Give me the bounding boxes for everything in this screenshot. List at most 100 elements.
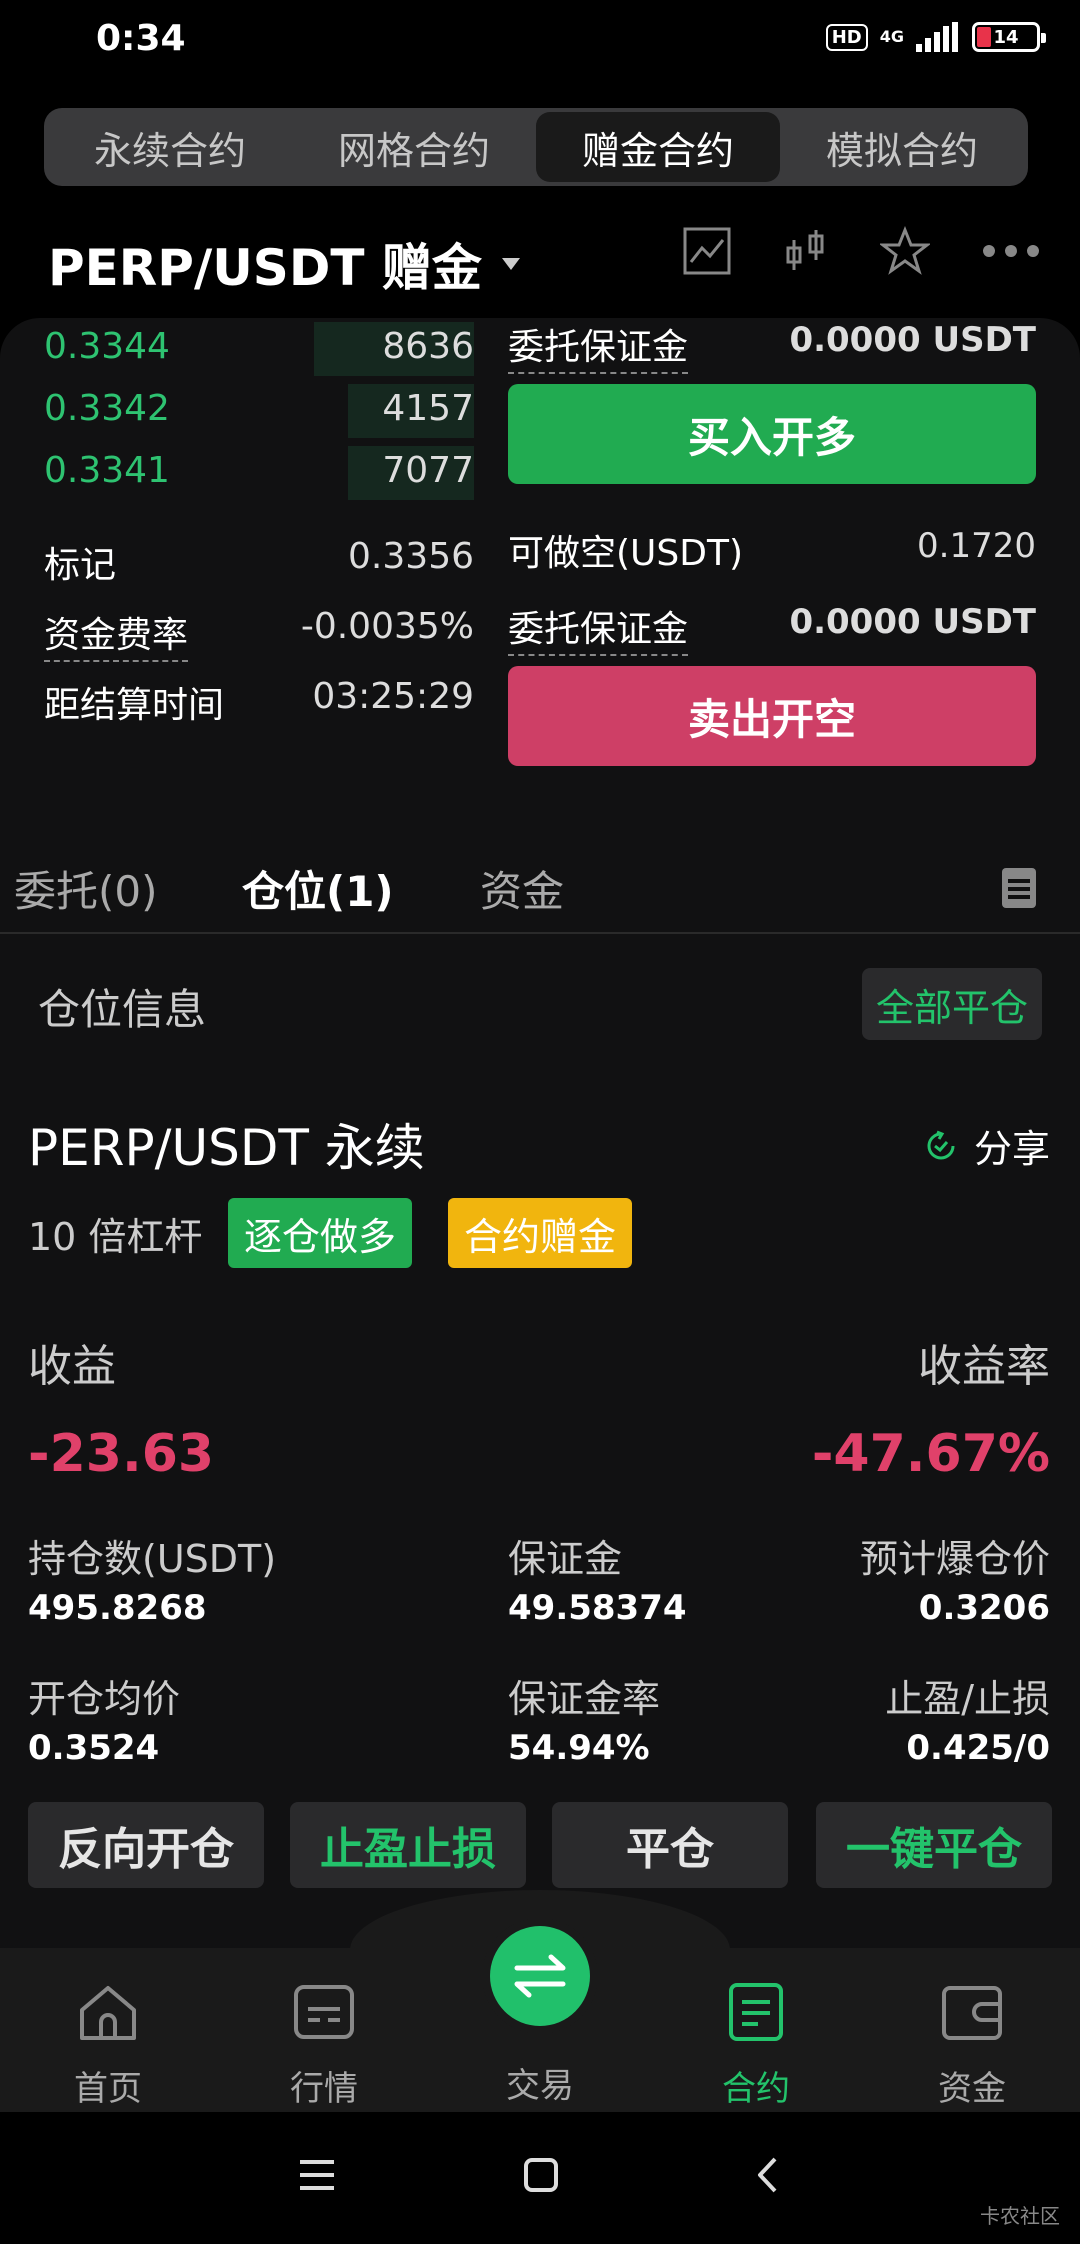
contract-type-tabs: 永续合约 网格合约 赠金合约 模拟合约 <box>44 108 1028 186</box>
signal-icon <box>916 22 958 52</box>
close-position-button[interactable]: 平仓 <box>552 1802 788 1888</box>
funding-rate-label[interactable]: 资金费率 <box>44 606 189 662</box>
funding-rate-value: -0.0035% <box>300 606 474 647</box>
one-click-close-button[interactable]: 一键平仓 <box>816 1802 1052 1888</box>
roe-label: 收益率 <box>918 1341 1050 1392</box>
tab-perpetual[interactable]: 永续合约 <box>48 112 292 182</box>
tab-grid[interactable]: 网格合约 <box>292 112 536 182</box>
order-margin-label[interactable]: 委托保证金 <box>508 318 689 374</box>
status-time: 0:34 <box>96 18 186 59</box>
settlement-label: 距结算时间 <box>44 685 225 726</box>
margin-rate-label: 保证金率 <box>508 1677 661 1721</box>
status-icons: HD 4G 14 <box>825 22 1046 52</box>
tab-orders[interactable]: 委托(0) <box>14 858 158 919</box>
margin-value: 49.58374 <box>508 1588 687 1628</box>
hd-icon: HD <box>825 23 868 51</box>
order-margin-label-2[interactable]: 委托保证金 <box>508 600 689 656</box>
margin-mode-tag: 逐仓做多 <box>228 1198 413 1268</box>
menu-icon[interactable] <box>300 2160 334 2190</box>
share-icon <box>927 1130 955 1159</box>
short-available-label: 可做空(USDT) <box>508 533 744 574</box>
wallet-icon <box>942 1986 1002 2040</box>
tpsl-value: 0.425/0 <box>906 1728 1050 1768</box>
tpsl-label: 止盈/止损 <box>885 1677 1050 1721</box>
orderbook-row[interactable]: 0.3342 4157 <box>0 380 480 440</box>
watermark: 卡农社区 <box>980 2204 1060 2228</box>
position-info-title: 仓位信息 <box>38 985 207 1034</box>
nav-home[interactable]: 首页 <box>28 1982 188 2110</box>
share-button[interactable]: 分享 <box>924 1118 1050 1173</box>
tp-sl-button[interactable]: 止盈止损 <box>290 1802 526 1888</box>
size-value: 495.8268 <box>28 1588 207 1628</box>
margin-label: 保证金 <box>508 1537 623 1581</box>
caret-down-icon <box>501 258 520 270</box>
pnl-value: -23.63 <box>28 1424 215 1484</box>
nav-trade[interactable] <box>490 1926 590 2026</box>
chart-icon[interactable] <box>682 226 732 276</box>
nav-market[interactable]: 行情 <box>244 1982 404 2110</box>
share-label: 分享 <box>973 1127 1050 1171</box>
mark-price-label: 标记 <box>44 545 117 586</box>
candlestick-icon[interactable] <box>784 226 828 276</box>
network-type: 4G <box>879 27 904 46</box>
size-label: 持仓数(USDT) <box>28 1537 277 1581</box>
sell-short-button[interactable]: 卖出开空 <box>508 666 1036 766</box>
roe-value: -47.67% <box>811 1424 1050 1484</box>
order-margin-value: 0.0000 USDT <box>789 320 1036 360</box>
orderbook-price: 0.3344 <box>44 326 170 367</box>
pair-name: PERP/USDT 赠金 <box>48 239 482 297</box>
battery-icon: 14 <box>972 22 1046 52</box>
swap-icon <box>514 1954 566 1998</box>
nav-contract-label: 合约 <box>722 2069 790 2109</box>
orderbook-qty: 8636 <box>382 326 474 367</box>
tab-demo[interactable]: 模拟合约 <box>780 112 1024 182</box>
bonus-tag: 合约赠金 <box>448 1198 633 1268</box>
reverse-position-button[interactable]: 反向开仓 <box>28 1802 264 1888</box>
orderbook-price: 0.3341 <box>44 450 170 491</box>
tab-funds[interactable]: 资金 <box>480 858 564 919</box>
home-icon <box>80 1986 136 2040</box>
header-actions <box>682 226 1040 276</box>
pair-selector[interactable]: PERP/USDT 赠金 <box>48 228 520 300</box>
trading-panel: 0.3344 8636 0.3342 4157 0.3341 7077 标记 0… <box>0 318 1080 1948</box>
nav-funds-label: 资金 <box>938 2069 1006 2109</box>
settlement-countdown: 03:25:29 <box>312 676 474 717</box>
close-all-button[interactable]: 全部平仓 <box>862 968 1042 1040</box>
tab-positions[interactable]: 仓位(1) <box>242 858 394 919</box>
orderbook-price: 0.3342 <box>44 388 170 429</box>
tab-bonus[interactable]: 赠金合约 <box>536 112 780 182</box>
order-tabs: 委托(0) 仓位(1) 资金 <box>0 838 1080 933</box>
system-nav-bar <box>0 2112 1080 2244</box>
liq-price-value: 0.3206 <box>918 1588 1050 1628</box>
orderbook-row[interactable]: 0.3341 7077 <box>0 442 480 502</box>
pnl-label: 收益 <box>28 1341 116 1392</box>
bottom-nav: 首页 行情 交易 合约 资金 <box>0 1890 1080 2112</box>
entry-price-value: 0.3524 <box>28 1728 160 1768</box>
nav-home-label: 首页 <box>74 2069 142 2109</box>
entry-price-label: 开仓均价 <box>28 1677 181 1721</box>
battery-level: 14 <box>993 26 1019 48</box>
nav-contract[interactable]: 合约 <box>676 1982 836 2110</box>
position-title: PERP/USDT 永续 <box>28 1119 425 1177</box>
market-icon <box>294 1985 354 2039</box>
margin-rate-value: 54.94% <box>508 1728 650 1768</box>
liq-price-label: 预计爆仓价 <box>859 1537 1050 1581</box>
divider <box>0 932 1080 934</box>
home-square-icon[interactable] <box>524 2158 558 2192</box>
contract-icon <box>729 1983 783 2041</box>
orderbook-qty: 4157 <box>382 388 474 429</box>
leverage-label: 10 倍杠杆 <box>28 1215 203 1259</box>
nav-trade-label: 交易 <box>506 2066 574 2106</box>
list-icon[interactable] <box>1002 868 1036 908</box>
orderbook-row[interactable]: 0.3344 8636 <box>0 318 480 378</box>
nav-funds[interactable]: 资金 <box>892 1982 1052 2110</box>
buy-long-button[interactable]: 买入开多 <box>508 384 1036 484</box>
orderbook-qty: 7077 <box>382 450 474 491</box>
more-icon[interactable] <box>982 244 1040 258</box>
nav-market-label: 行情 <box>290 2069 358 2109</box>
mark-price-value: 0.3356 <box>348 536 474 577</box>
star-icon[interactable] <box>880 226 930 276</box>
order-margin-value-2: 0.0000 USDT <box>789 602 1036 642</box>
back-icon[interactable] <box>756 2156 778 2194</box>
short-available-value: 0.1720 <box>917 526 1036 566</box>
